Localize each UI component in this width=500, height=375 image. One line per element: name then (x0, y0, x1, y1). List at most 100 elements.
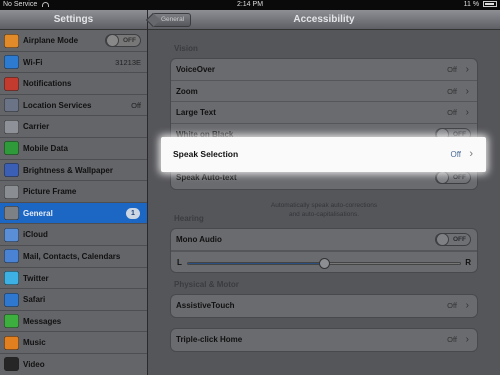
assistivetouch-label: AssistiveTouch (176, 301, 235, 310)
sidebar-item-airplane-mode[interactable]: Airplane Mode OFF (0, 30, 147, 52)
voiceover-label: VoiceOver (176, 65, 215, 74)
status-bar: No Service 2:14 PM 11 % (0, 0, 500, 10)
sidebar-item-label: Music (23, 338, 46, 348)
back-button-label: General (161, 16, 185, 23)
gear-icon (4, 206, 19, 221)
sidebar-item-notifications[interactable]: Notifications (0, 73, 147, 95)
sidebar-item-label: General (23, 208, 53, 218)
sidebar-item-general[interactable]: General 1 (0, 202, 147, 225)
section-header-vision: Vision (174, 44, 198, 53)
settings-title: Settings (0, 10, 147, 30)
toggle-knob (436, 233, 449, 246)
large-text-label: Large Text (176, 108, 216, 118)
sidebar-item-label: Video (23, 359, 45, 369)
notification-badge: 1 (126, 207, 140, 219)
sidebar-item-label: Twitter (23, 273, 49, 283)
mono-audio-toggle[interactable]: OFF (435, 233, 471, 246)
sidebar-item-label: Location Services (23, 100, 92, 110)
mono-audio-label: Mono Audio (176, 235, 222, 244)
video-icon (4, 357, 19, 372)
sidebar-item-wi-fi[interactable]: Wi-Fi 31213E (0, 51, 147, 74)
footnote-line-2: and auto-capitalisations. (288, 211, 360, 218)
sidebar-item-label: Airplane Mode (23, 36, 79, 45)
back-button-general[interactable]: General (152, 13, 192, 27)
balance-slider-fill (188, 262, 324, 264)
large-text-value: Off (447, 108, 457, 118)
sidebar-item-icloud[interactable]: iCloud (0, 224, 147, 246)
music-icon (4, 335, 19, 350)
toggle-state: OFF (123, 37, 136, 44)
sidebar-item-label: Mail, Contacts, Calendars (23, 251, 121, 261)
section-header-hearing: Hearing (174, 214, 204, 223)
page-title: Accessibility (293, 14, 355, 25)
toggle-knob (436, 170, 449, 184)
mono-audio-row: Mono Audio OFF (171, 229, 477, 251)
sidebar-item-picture-frame[interactable]: Picture Frame (0, 181, 147, 203)
sidebar-item-messages[interactable]: Messages (0, 310, 147, 333)
sidebar-item-location-services[interactable]: Location Services Off (0, 94, 147, 117)
mail-icon (4, 249, 19, 264)
sidebar-item-twitter[interactable]: Twitter (0, 267, 147, 290)
notifications-icon (4, 76, 19, 91)
sidebar-item-safari[interactable]: Safari (0, 289, 147, 311)
messages-icon (4, 314, 19, 329)
balance-slider-knob[interactable] (319, 257, 330, 269)
airplane-mode-toggle[interactable]: OFF (105, 34, 141, 47)
chevron-right-icon: › (465, 334, 469, 345)
speak-auto-text-toggle[interactable]: OFF (435, 170, 471, 184)
assistivetouch-row[interactable]: AssistiveTouch Off › (171, 295, 477, 317)
sidebar-item-label: Brightness & Wallpaper (23, 165, 113, 175)
balance-row: L R (171, 250, 477, 273)
toggle-state: OFF (453, 236, 466, 243)
location-icon (4, 98, 19, 113)
chevron-right-icon: › (465, 107, 469, 119)
accessibility-detail-pane: General Accessibility Vision VoiceOver Of… (148, 10, 500, 375)
sidebar-item-label: Messages (23, 316, 62, 326)
balance-right-label: R (465, 257, 471, 267)
zoom-label: Zoom (176, 86, 198, 96)
voiceover-row[interactable]: VoiceOver Off › (171, 59, 477, 81)
sidebar-item-music[interactable]: Music (0, 332, 147, 354)
sidebar-item-video[interactable]: Video (0, 353, 147, 375)
status-battery-group: 11 % (464, 0, 497, 10)
speak-selection-value: Off (450, 150, 461, 159)
speak-selection-label: Speak Selection (173, 149, 239, 159)
balance-left-label: L (177, 257, 182, 267)
speak-auto-text-footnote: Automatically speak auto-corrections and… (170, 201, 478, 219)
footnote-line-1: Automatically speak auto-corrections (270, 202, 378, 209)
voiceover-value: Off (447, 65, 457, 74)
balance-slider[interactable] (187, 257, 461, 269)
picture-frame-icon (4, 184, 19, 199)
status-time: 2:14 PM (236, 1, 264, 8)
sidebar-item-label: Notifications (23, 79, 72, 89)
sidebar-item-brightness-wallpaper[interactable]: Brightness & Wallpaper (0, 159, 147, 182)
brightness-icon (4, 163, 19, 178)
sidebar-item-mail-contacts-calendars[interactable]: Mail, Contacts, Calendars (0, 245, 147, 268)
triple-click-home-row[interactable]: Triple-click Home Off › (171, 329, 477, 351)
zoom-row[interactable]: Zoom Off › (171, 81, 477, 103)
sidebar-item-mobile-data[interactable]: Mobile Data (0, 137, 147, 160)
assistivetouch-value: Off (447, 301, 457, 310)
sidebar-item-carrier[interactable]: Carrier (0, 116, 147, 138)
chevron-right-icon: › (465, 300, 469, 311)
triple-click-home-label: Triple-click Home (176, 335, 243, 344)
section-header-physical-motor: Physical & Motor (174, 280, 239, 289)
chevron-right-icon: › (465, 85, 469, 97)
mobile-data-icon (4, 141, 19, 156)
airplane-icon (4, 33, 19, 48)
ipad-screen: No Service 2:14 PM 11 % Settings Airplan… (0, 0, 500, 375)
speak-selection-row-highlighted[interactable]: Speak Selection Off › (161, 137, 486, 172)
toggle-knob (106, 34, 119, 47)
sidebar-item-label: iCloud (23, 230, 48, 240)
chevron-right-icon: › (469, 148, 473, 160)
sidebar-item-value: 31213E (115, 57, 141, 67)
large-text-row[interactable]: Large Text Off › (171, 102, 477, 124)
hearing-group: Mono Audio OFF L R (170, 228, 478, 274)
wifi-icon (4, 55, 19, 70)
carrier-icon (4, 119, 19, 134)
detail-nav-bar: General Accessibility (148, 10, 500, 30)
sidebar-item-label: Wi-Fi (23, 57, 43, 67)
triple-click-home-value: Off (447, 335, 457, 344)
sidebar-item-label: Safari (23, 295, 46, 305)
battery-icon (483, 1, 497, 8)
